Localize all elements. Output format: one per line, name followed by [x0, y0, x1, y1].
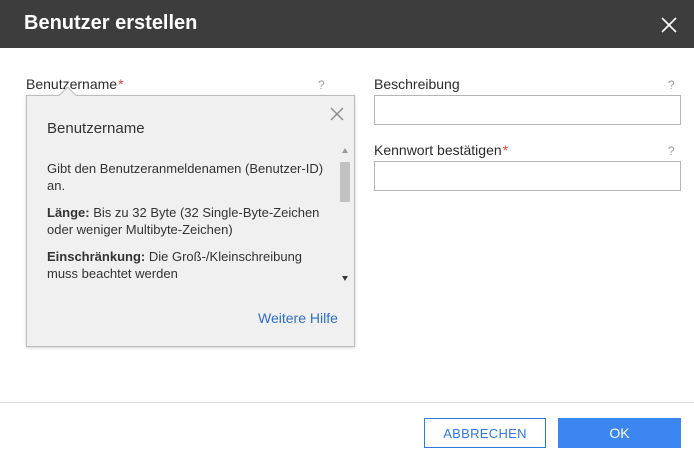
description-label: Beschreibung [374, 76, 460, 92]
help-paragraph-description: Gibt den Benutzeranmeldenamen (Benutzer-… [47, 161, 324, 193]
ok-button[interactable]: OK [558, 418, 681, 448]
footer-divider [0, 402, 694, 403]
description-input[interactable] [374, 95, 681, 125]
scroll-up-arrow-icon[interactable] [342, 148, 348, 153]
description-help-icon[interactable]: ? [668, 78, 675, 92]
confirm-password-help-icon[interactable]: ? [668, 144, 675, 158]
confirm-password-required-mark: * [502, 142, 509, 158]
more-help-link[interactable]: Weitere Hilfe [258, 310, 338, 326]
help-popup-body: Gibt den Benutzeranmeldenamen (Benutzer-… [47, 160, 332, 295]
confirm-password-input[interactable] [374, 161, 681, 191]
dialog-title: Benutzer erstellen [24, 12, 198, 34]
help-popup-title: Benutzername [47, 120, 145, 137]
username-label: Benutzername* [26, 76, 124, 92]
popup-scrollbar[interactable] [339, 148, 351, 288]
help-paragraph-length: Länge: Bis zu 32 Byte (32 Single-Byte-Ze… [47, 204, 332, 238]
help-length-label: Länge: [47, 205, 90, 220]
scroll-down-arrow-icon[interactable] [342, 276, 348, 281]
close-icon[interactable] [660, 16, 678, 34]
popup-close-icon[interactable] [329, 106, 345, 122]
dialog-title-bar: Benutzer erstellen [0, 0, 694, 48]
username-required-mark: * [118, 76, 124, 92]
confirm-password-label: Kennwort bestätigen* [374, 142, 508, 158]
help-popup: Benutzername Gibt den Benutzeranmeldenam… [26, 86, 355, 347]
help-paragraph-restriction: Einschränkung: Die Groß-/Kleinschreibung… [47, 248, 332, 282]
cancel-button[interactable]: ABBRECHEN [424, 418, 546, 448]
scroll-thumb[interactable] [340, 162, 350, 202]
username-help-icon[interactable]: ? [318, 78, 325, 92]
confirm-password-label-text: Kennwort bestätigen [374, 142, 502, 158]
help-restriction-label: Einschränkung: [47, 249, 146, 264]
